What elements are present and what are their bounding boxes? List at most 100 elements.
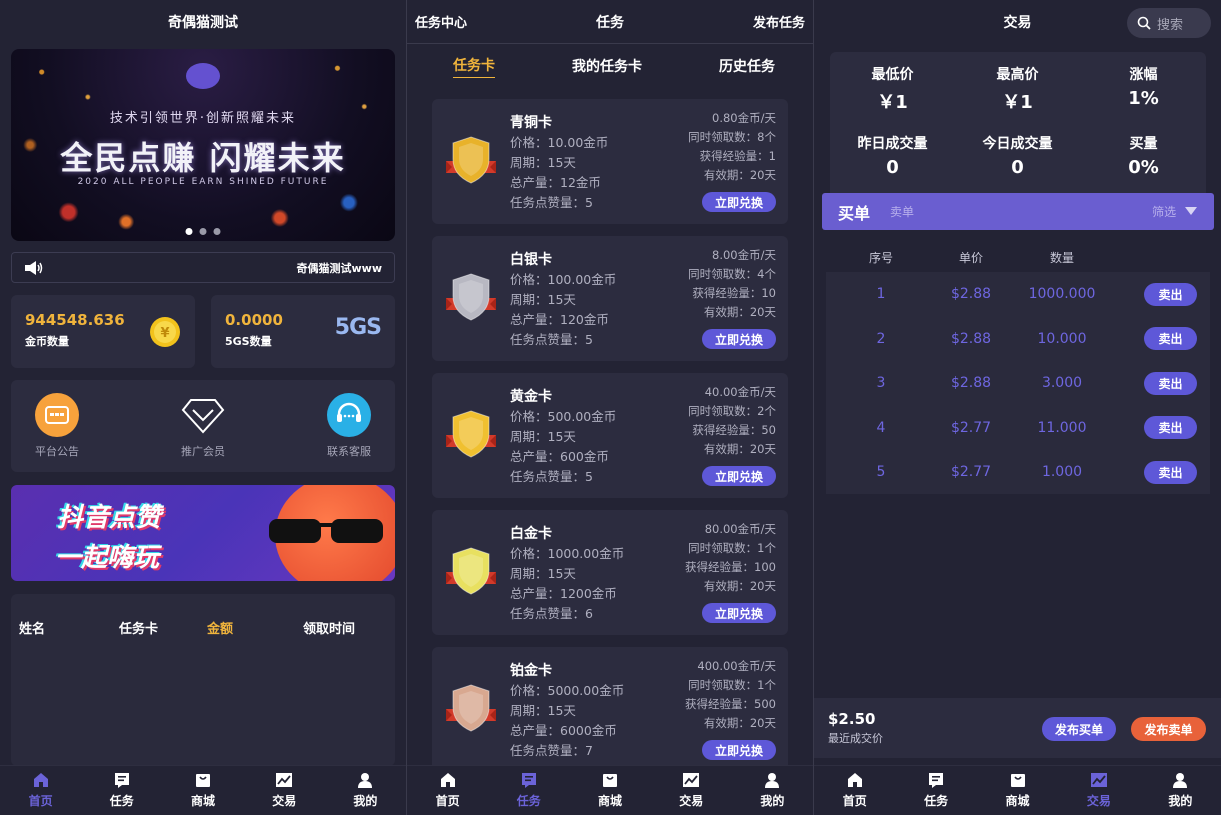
tab-profile[interactable]: 我的 bbox=[732, 766, 813, 815]
tab-home[interactable]: 首页 bbox=[0, 766, 81, 815]
sell-button[interactable]: 卖出 bbox=[1144, 327, 1197, 351]
order-table: 序号 单价 数量 1 $2.88 1000.000 卖出 2 $2.88 10.000 卖出 3… bbox=[826, 242, 1210, 494]
stat-value: 1% bbox=[1128, 88, 1159, 109]
tab-task[interactable]: 任务 bbox=[81, 766, 162, 815]
tab-profile[interactable]: 我的 bbox=[1140, 766, 1221, 815]
card-likes: 任务点赞量：6 bbox=[510, 606, 593, 621]
card-price: 价格：10.00金币 bbox=[510, 135, 609, 150]
task-screen: 任务中心 任务 发布任务 任务卡 我的任务卡 历史任务 青铜卡价格：10.00金… bbox=[407, 0, 814, 815]
stat-value: 0 bbox=[886, 157, 899, 178]
order-qty: 11.000 bbox=[1037, 419, 1087, 436]
tab-profile[interactable]: 我的 bbox=[325, 766, 406, 815]
task-icon bbox=[521, 773, 536, 788]
tab-shop[interactable]: 商城 bbox=[977, 766, 1058, 815]
tab-task-cards[interactable]: 任务卡 bbox=[453, 55, 495, 78]
tab-buy-orders[interactable]: 买单 bbox=[838, 200, 870, 224]
carousel-dot[interactable] bbox=[199, 228, 207, 235]
order-qty: 1000.000 bbox=[1028, 286, 1096, 303]
table-row: 5 $2.77 1.000 卖出 bbox=[826, 450, 1210, 495]
task-center-link[interactable]: 任务中心 bbox=[415, 12, 467, 31]
card-valid: 有效期：20天 bbox=[703, 442, 776, 456]
sell-button[interactable]: 卖出 bbox=[1144, 460, 1197, 484]
card-badge-icon bbox=[446, 410, 496, 458]
publish-buy-button[interactable]: 发布买单 bbox=[1042, 717, 1116, 741]
promo-line2: 一起嗨玩 bbox=[55, 543, 160, 573]
tab-shop[interactable]: 商城 bbox=[162, 766, 243, 815]
stat-label: 最高价 bbox=[996, 67, 1039, 83]
tab-label: 我的 bbox=[1168, 794, 1193, 808]
card-output: 总产量：12金币 bbox=[510, 175, 601, 190]
tab-label: 首页 bbox=[28, 794, 53, 808]
5gs-balance-card[interactable]: 0.0000 5GS数量 5GS bbox=[211, 295, 395, 368]
card-valid: 有效期：20天 bbox=[703, 305, 776, 319]
diamond-icon bbox=[181, 399, 225, 434]
card-exp: 获得经验量：500 bbox=[685, 697, 776, 711]
hero-banner[interactable]: 技术引领世界·创新照耀未来 全民点赚 闪耀未来 2020 ALL PEOPLE … bbox=[11, 49, 395, 241]
quick-link-support[interactable]: 联系客服 bbox=[313, 392, 385, 472]
card-badge-icon bbox=[446, 136, 496, 184]
carousel-dots[interactable] bbox=[185, 228, 221, 235]
carousel-dot[interactable] bbox=[213, 228, 221, 235]
card-rate: 80.00金币/天 bbox=[704, 522, 776, 536]
tab-task[interactable]: 任务 bbox=[488, 766, 569, 815]
sell-button[interactable]: 卖出 bbox=[1144, 282, 1197, 306]
tab-my-task-cards[interactable]: 我的任务卡 bbox=[572, 56, 642, 76]
stat-label: 涨幅 bbox=[1129, 67, 1158, 83]
col-card: 任务卡 bbox=[119, 622, 159, 637]
record-table: 姓名 任务卡 金额 领取时间 bbox=[11, 594, 395, 766]
table-row: 2 $2.88 10.000 卖出 bbox=[826, 317, 1210, 362]
carousel-dot[interactable] bbox=[185, 228, 193, 235]
tab-trade[interactable]: 交易 bbox=[651, 766, 732, 815]
publish-sell-button[interactable]: 发布卖单 bbox=[1131, 717, 1206, 741]
quick-link-announcement[interactable]: 平台公告 bbox=[21, 392, 93, 472]
card-likes: 任务点赞量：5 bbox=[510, 195, 593, 210]
tab-home[interactable]: 首页 bbox=[814, 766, 895, 815]
card-exp: 获得经验量：50 bbox=[692, 423, 776, 437]
redeem-button[interactable]: 立即兑换 bbox=[702, 329, 776, 349]
tab-label: 我的 bbox=[353, 794, 378, 808]
gold-balance-card[interactable]: 944548.636 金币数量 ¥ bbox=[11, 295, 195, 368]
card-exp: 获得经验量：1 bbox=[699, 149, 776, 163]
profile-icon bbox=[765, 773, 780, 788]
card-rate: 400.00金币/天 bbox=[697, 659, 776, 673]
sell-button[interactable]: 卖出 bbox=[1144, 416, 1197, 440]
card-info: 白银卡 价格：100.00金币 周期：15天 总产量：120金币 任务点赞量：5 bbox=[510, 250, 616, 350]
stat-max-price: 最高价 ￥1 bbox=[955, 64, 1080, 114]
card-name: 青铜卡 bbox=[510, 115, 552, 131]
order-price: $2.88 bbox=[950, 330, 992, 347]
tab-trade[interactable]: 交易 bbox=[1058, 766, 1139, 815]
card-valid: 有效期：20天 bbox=[703, 168, 776, 182]
publish-task-link[interactable]: 发布任务 bbox=[753, 12, 805, 31]
task-icon bbox=[929, 773, 944, 788]
card-daily: 同时领取数：1个 bbox=[688, 678, 776, 692]
home-icon bbox=[440, 773, 455, 787]
redeem-button[interactable]: 立即兑换 bbox=[702, 466, 776, 486]
chevron-down-icon bbox=[1185, 207, 1197, 215]
tab-history-tasks[interactable]: 历史任务 bbox=[719, 56, 775, 76]
tab-trade[interactable]: 交易 bbox=[244, 766, 325, 815]
bottom-tabbar: 首页 任务 商城 交易 我的 bbox=[0, 765, 406, 815]
redeem-button[interactable]: 立即兑换 bbox=[702, 603, 776, 623]
tab-label: 商城 bbox=[598, 794, 623, 808]
redeem-button[interactable]: 立即兑换 bbox=[702, 192, 776, 212]
quick-link-promote[interactable]: 推广会员 bbox=[167, 392, 239, 472]
order-no: 3 bbox=[876, 375, 886, 392]
promo-banner[interactable]: 抖音点赞 一起嗨玩 bbox=[11, 485, 395, 581]
task-card: 青铜卡 价格：10.00金币 周期：15天 总产量：12金币 任务点赞量：5 0.80金币… bbox=[432, 99, 788, 224]
notice-bar[interactable]: 奇偶猫测试www bbox=[11, 252, 395, 283]
card-output: 总产量：6000金币 bbox=[510, 723, 617, 738]
market-stats: 最低价 ￥1 最高价 ￥1 涨幅 1% 昨日成交量 0 今日成交量 0 买量 0… bbox=[830, 52, 1206, 202]
home-icon bbox=[847, 773, 862, 787]
redeem-button[interactable]: 立即兑换 bbox=[702, 740, 776, 760]
tab-home[interactable]: 首页 bbox=[407, 766, 488, 815]
tab-shop[interactable]: 商城 bbox=[569, 766, 650, 815]
card-output: 总产量：1200金币 bbox=[510, 586, 617, 601]
filter-button[interactable]: 筛选 bbox=[1152, 203, 1198, 220]
sell-button[interactable]: 卖出 bbox=[1144, 371, 1197, 395]
tab-task[interactable]: 任务 bbox=[895, 766, 976, 815]
order-price: $2.88 bbox=[950, 375, 992, 392]
order-no: 4 bbox=[876, 419, 886, 436]
search-input[interactable]: 搜索 bbox=[1127, 8, 1211, 38]
card-likes: 任务点赞量：7 bbox=[510, 743, 593, 758]
tab-sell-orders[interactable]: 卖单 bbox=[890, 203, 914, 220]
